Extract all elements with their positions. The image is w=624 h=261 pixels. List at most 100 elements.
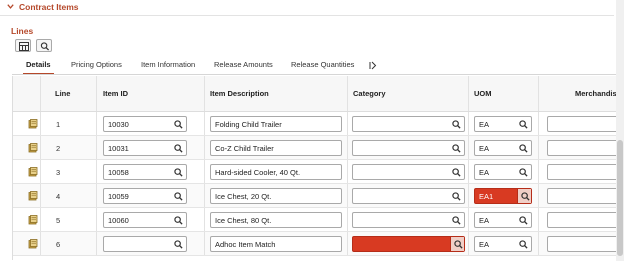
line-number: 1 <box>56 120 61 129</box>
item-id-field-lookup-button[interactable] <box>174 168 183 177</box>
row-notes-icon[interactable] <box>28 239 38 249</box>
category-field-lookup-button[interactable] <box>452 120 461 129</box>
uom-field[interactable]: EA <box>474 236 532 252</box>
row-merchandise-cell <box>539 112 616 135</box>
category-field[interactable] <box>352 116 465 132</box>
section-title: Contract Items <box>19 2 79 12</box>
header-uom: UOM <box>474 89 492 98</box>
row-merchandise-cell <box>539 208 616 231</box>
uom-field-lookup-button[interactable] <box>519 216 528 225</box>
item-description-field[interactable]: Hard-sided Cooler, 40 Qt. <box>210 164 342 180</box>
item-id-field-lookup-button[interactable] <box>174 216 183 225</box>
uom-field[interactable]: EA <box>474 140 532 156</box>
item-description-field[interactable]: Folding Child Trailer <box>210 116 342 132</box>
row-category-cell <box>348 136 469 159</box>
lookup-icon <box>519 144 528 153</box>
row-category-cell <box>348 184 469 207</box>
item-description-field[interactable]: Ice Chest, 80 Qt. <box>210 212 342 228</box>
item-id-field-lookup-button[interactable] <box>174 192 183 201</box>
lookup-icon <box>454 240 463 249</box>
show-all-columns-button[interactable] <box>369 58 377 74</box>
lines-title: Lines <box>11 26 34 36</box>
row-notes-icon[interactable] <box>28 119 38 129</box>
vertical-scrollbar[interactable] <box>616 0 624 261</box>
tab-release-quantities[interactable]: Release Quantities <box>291 58 354 74</box>
lookup-icon <box>452 216 461 225</box>
item-id-field-lookup-button[interactable] <box>174 240 183 249</box>
row-description-cell: Ice Chest, 20 Qt. <box>205 184 348 207</box>
row-notes-icon[interactable] <box>28 215 38 225</box>
uom-field-lookup-button[interactable] <box>519 144 528 153</box>
row-category-cell <box>348 232 469 255</box>
item-description-field[interactable]: Ice Chest, 20 Qt. <box>210 188 342 204</box>
category-field-lookup-button[interactable] <box>452 168 461 177</box>
item-description-field[interactable]: Co-Z Child Trailer <box>210 140 342 156</box>
header-merchandise: Merchandise <box>575 89 616 98</box>
header-line-cell: Line <box>41 76 97 111</box>
show-all-columns-icon <box>369 61 377 70</box>
row-notes-icon[interactable] <box>28 143 38 153</box>
category-field[interactable] <box>352 140 465 156</box>
row-description-cell: Co-Z Child Trailer <box>205 136 348 159</box>
row-category-cell <box>348 160 469 183</box>
lookup-icon <box>519 240 528 249</box>
grid-icon <box>19 42 29 51</box>
lines-tabs: Details Pricing Options Item Information… <box>15 58 377 75</box>
category-field[interactable] <box>352 212 465 228</box>
row-uom-cell: EA <box>469 136 539 159</box>
category-field[interactable] <box>352 236 465 252</box>
item-id-field[interactable] <box>103 236 187 252</box>
category-field-lookup-button[interactable] <box>452 192 461 201</box>
item-id-field-lookup-button[interactable] <box>174 144 183 153</box>
grid-view-button[interactable] <box>15 39 31 52</box>
category-field-lookup-button[interactable] <box>450 237 464 251</box>
lookup-icon <box>452 144 461 153</box>
tab-item-information[interactable]: Item Information <box>141 58 195 74</box>
contract-items-header[interactable]: Contract Items <box>0 0 614 16</box>
row-notes-icon[interactable] <box>28 191 38 201</box>
uom-field[interactable]: EA <box>474 116 532 132</box>
row-merchandise-cell <box>539 232 616 255</box>
lookup-icon <box>174 192 183 201</box>
item-id-field-lookup-button[interactable] <box>174 120 183 129</box>
category-field-lookup-button[interactable] <box>452 216 461 225</box>
category-field-lookup-button[interactable] <box>452 144 461 153</box>
item-id-field[interactable]: 10058 <box>103 164 187 180</box>
item-id-field[interactable]: 10031 <box>103 140 187 156</box>
uom-field[interactable]: EA <box>474 164 532 180</box>
find-button[interactable] <box>36 39 52 52</box>
uom-field-lookup-button[interactable] <box>519 240 528 249</box>
merchandise-field[interactable] <box>547 140 616 156</box>
category-field[interactable] <box>352 164 465 180</box>
uom-field[interactable]: EA1 <box>474 188 532 204</box>
row-line-cell: 2 <box>41 136 97 159</box>
item-id-field[interactable]: 10060 <box>103 212 187 228</box>
row-notes-icon[interactable] <box>28 167 38 177</box>
tab-details[interactable]: Details <box>23 58 54 75</box>
item-id-field[interactable]: 10030 <box>103 116 187 132</box>
item-id-field[interactable]: 10059 <box>103 188 187 204</box>
uom-field-lookup-button[interactable] <box>519 168 528 177</box>
row-description-cell: Hard-sided Cooler, 40 Qt. <box>205 160 348 183</box>
tab-pricing-options[interactable]: Pricing Options <box>71 58 122 74</box>
category-field[interactable] <box>352 188 465 204</box>
tab-release-amounts[interactable]: Release Amounts <box>214 58 273 74</box>
uom-field-lookup-button[interactable] <box>517 189 531 203</box>
table-row: 3 10058 Hard-sided Cooler, 40 Qt. EA <box>13 160 616 184</box>
scrollbar-thumb[interactable] <box>617 140 623 256</box>
merchandise-field[interactable] <box>547 188 616 204</box>
row-line-cell: 4 <box>41 184 97 207</box>
item-description-field[interactable]: Adhoc Item Match <box>210 236 342 252</box>
row-actions-cell <box>13 208 41 231</box>
header-category: Category <box>353 89 386 98</box>
uom-field[interactable]: EA <box>474 212 532 228</box>
merchandise-field[interactable] <box>547 116 616 132</box>
table-row: 1 10030 Folding Child Trailer EA <box>13 112 616 136</box>
merchandise-field[interactable] <box>547 212 616 228</box>
row-uom-cell: EA <box>469 208 539 231</box>
merchandise-field[interactable] <box>547 164 616 180</box>
lookup-icon <box>174 120 183 129</box>
lookup-icon <box>519 120 528 129</box>
merchandise-field[interactable] <box>547 236 616 252</box>
uom-field-lookup-button[interactable] <box>519 120 528 129</box>
